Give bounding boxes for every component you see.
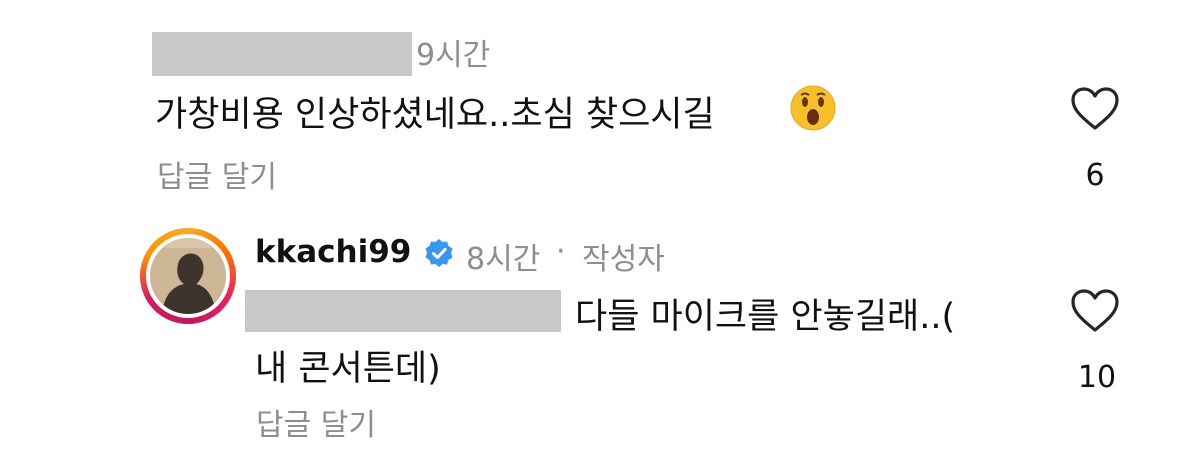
comment-time: 8시간 — [466, 242, 541, 277]
redacted-mention — [245, 290, 561, 332]
author-tag: 작성자 — [582, 242, 665, 277]
comment-text: 가창비용 인상하셨네요..초심 찾으시길 — [155, 95, 715, 135]
comment-text-line2: 내 콘서튼데) — [255, 349, 441, 389]
redacted-username — [152, 32, 412, 76]
comment-time: 9시간 — [416, 38, 491, 73]
separator-dot: · — [556, 234, 566, 269]
like-heart-icon[interactable] — [1070, 86, 1120, 132]
avatar[interactable] — [140, 228, 236, 324]
reply-button[interactable]: 답글 달기 — [157, 152, 277, 196]
like-count: 6 — [1085, 158, 1105, 193]
comment-text-line1: 다들 마이크를 안놓길래..( — [575, 297, 956, 337]
comment-username[interactable]: kkachi99 — [255, 234, 411, 270]
face-with-open-mouth-emoji — [790, 85, 836, 131]
verified-badge-icon — [425, 239, 453, 267]
like-heart-icon[interactable] — [1070, 288, 1120, 334]
like-count: 10 — [1077, 360, 1117, 395]
reply-button[interactable]: 답글 달기 — [256, 400, 376, 444]
